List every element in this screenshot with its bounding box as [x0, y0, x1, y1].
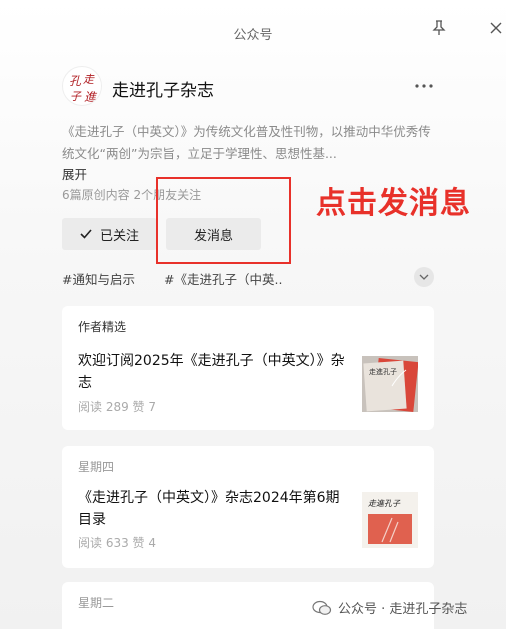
article-card[interactable]: 星期四 《走进孔子（中英文）》杂志2024年第6期目录 阅读 633 赞 4 走…: [62, 446, 434, 568]
title-bar: 公众号: [0, 0, 506, 62]
svg-text:走進孔子: 走進孔子: [368, 499, 401, 508]
more-options-icon[interactable]: [414, 78, 434, 94]
tag-magazine[interactable]: #《走进孔子（中英...: [164, 269, 282, 288]
card-date-label: 星期二: [78, 596, 115, 610]
article-title[interactable]: 欢迎订阅2025年《走进孔子（中英文）》杂志: [78, 350, 353, 394]
account-name: 走进孔子杂志: [112, 81, 214, 101]
magazine-cover-image: 走進孔子: [362, 492, 418, 548]
check-icon: [80, 229, 92, 239]
watermark-text: 公众号 · 走进孔子杂志: [338, 602, 468, 617]
svg-text:進: 進: [84, 90, 98, 104]
card-section-label: 作者精选: [78, 320, 127, 334]
tag-notice[interactable]: #通知与启示: [62, 269, 135, 288]
article-thumbnail[interactable]: 走進孔子: [362, 492, 418, 548]
account-intro: 《走进孔子（中英文）》为传统文化普及性刊物，以推动中华优秀传统文化“两创”为宗旨…: [62, 124, 431, 161]
svg-text:孔: 孔: [69, 74, 82, 88]
wechat-icon: [312, 600, 332, 615]
window-title: 公众号: [233, 28, 273, 43]
account-header: 孔 走 子 進 走进孔子杂志: [62, 66, 434, 110]
svg-text:子: 子: [70, 90, 82, 103]
pin-icon[interactable]: [432, 20, 446, 36]
watermark: 公众号 · 走进孔子杂志: [312, 598, 467, 617]
expand-tags-button[interactable]: [414, 267, 434, 287]
article-card[interactable]: 作者精选 欢迎订阅2025年《走进孔子（中英文）》杂志 阅读 289 赞 7 走…: [62, 306, 434, 430]
svg-text:走進孔子: 走進孔子: [369, 367, 397, 376]
article-stats: 阅读 289 赞 7: [78, 400, 156, 414]
card-date-label: 星期四: [78, 460, 115, 474]
avatar[interactable]: 孔 走 子 進: [62, 66, 102, 106]
article-stats: 阅读 633 赞 4: [78, 536, 156, 550]
article-thumbnail[interactable]: 走進孔子: [362, 356, 418, 412]
svg-text:走: 走: [83, 73, 95, 86]
article-title[interactable]: 《走进孔子（中英文）》杂志2024年第6期目录: [78, 487, 353, 531]
magazine-cover-image: 走進孔子: [362, 356, 418, 412]
chevron-down-icon: [419, 274, 429, 280]
close-icon[interactable]: [490, 22, 502, 34]
expand-link[interactable]: 展开: [62, 164, 87, 183]
annotation-highlight-box: [156, 177, 291, 264]
followed-button[interactable]: 已关注: [62, 218, 157, 250]
avatar-logo: 孔 走 子 進: [69, 73, 98, 104]
followed-button-label: 已关注: [99, 228, 139, 244]
annotation-text: 点击发消息: [316, 186, 471, 221]
